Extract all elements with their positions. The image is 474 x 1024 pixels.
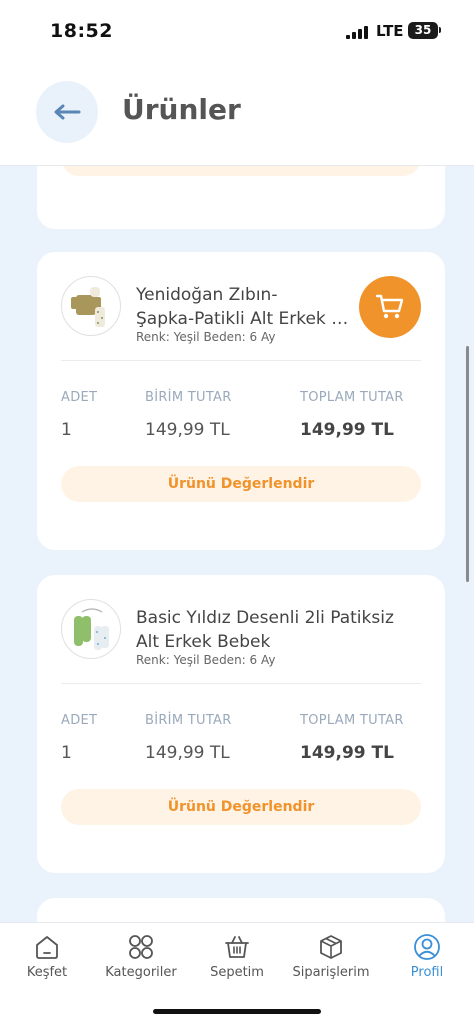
tab-profil[interactable]: Profil	[380, 923, 474, 993]
unit-price-label: BİRİM TUTAR	[145, 713, 232, 728]
product-card: Yenidoğan Zıbın- Şapka-Patikli Alt Erkek…	[37, 252, 445, 550]
product-card-partial: Ürünü Değerlendir	[37, 166, 445, 229]
product-variant: Renk: Yeşil Beden: 6 Ay	[136, 653, 276, 667]
unit-price-value: 149,99 TL	[145, 420, 230, 440]
battery-cap	[439, 27, 441, 33]
signal-icon	[346, 26, 368, 39]
tab-label: Sepetim	[210, 965, 264, 980]
product-image-graphic	[74, 608, 109, 650]
bottom-tab-bar: Keşfet Kategoriler Sepetim Siparişlerim	[0, 922, 474, 1024]
product-list[interactable]: Ürünü Değerlendir Yenidoğan Zıbın- Şapka…	[0, 166, 474, 922]
scrollbar[interactable]	[466, 346, 469, 582]
product-name-line1: Basic Yıldız Desenli 2li Patiksiz	[136, 608, 394, 628]
tab-label: Kategoriler	[105, 965, 177, 980]
review-button[interactable]: Ürünü Değerlendir	[61, 789, 421, 825]
product-image-graphic	[71, 287, 105, 327]
home-icon	[36, 936, 58, 959]
network-type: LTE	[376, 22, 404, 40]
quantity-label: ADET	[61, 390, 98, 405]
header: Ürünler	[0, 60, 474, 166]
quantity-value: 1	[61, 743, 72, 763]
product-image[interactable]	[61, 276, 121, 336]
cart-icon	[375, 294, 404, 319]
review-button[interactable]: Ürünü Değerlendir	[61, 166, 421, 176]
total-price-label: TOPLAM TUTAR	[300, 390, 404, 405]
product-name-line2: Şapka-Patikli Alt Erkek Bebek	[136, 309, 351, 329]
quantity-label: ADET	[61, 713, 98, 728]
tab-kategoriler[interactable]: Kategoriler	[94, 923, 188, 993]
total-price-value: 149,99 TL	[300, 743, 394, 763]
package-icon	[320, 935, 342, 959]
unit-price-label: BİRİM TUTAR	[145, 390, 232, 405]
product-card: Basic Yıldız Desenli 2li Patiksiz Alt Er…	[37, 575, 445, 873]
add-to-cart-button[interactable]	[359, 276, 421, 338]
divider	[61, 683, 421, 684]
product-card-partial	[37, 898, 445, 922]
user-icon	[414, 934, 440, 960]
product-name-line1: Yenidoğan Zıbın-	[136, 285, 278, 305]
product-name-line2: Alt Erkek Bebek	[136, 632, 271, 652]
total-price-label: TOPLAM TUTAR	[300, 713, 404, 728]
unit-price-value: 149,99 TL	[145, 743, 230, 763]
basket-icon	[225, 936, 249, 958]
arrow-left-icon	[54, 104, 81, 120]
back-button[interactable]	[36, 81, 98, 143]
tab-label: Keşfet	[26, 965, 68, 980]
status-time: 18:52	[50, 20, 113, 42]
divider	[61, 360, 421, 361]
grid-icon	[129, 935, 153, 959]
page-title: Ürünler	[122, 93, 241, 126]
product-image[interactable]	[61, 599, 121, 659]
quantity-value: 1	[61, 420, 72, 440]
home-indicator	[153, 1009, 321, 1014]
tab-kesfet[interactable]: Keşfet	[0, 923, 94, 993]
status-bar: 18:52 LTE 35	[0, 0, 474, 60]
review-button[interactable]: Ürünü Değerlendir	[61, 466, 421, 502]
tab-sepetim[interactable]: Sepetim	[190, 923, 284, 993]
tab-label: Profil	[410, 965, 444, 980]
tab-label: Siparişlerim	[292, 965, 370, 980]
tab-siparislerim[interactable]: Siparişlerim	[284, 923, 378, 993]
product-variant: Renk: Yeşil Beden: 6 Ay	[136, 330, 276, 344]
total-price-value: 149,99 TL	[300, 420, 394, 440]
battery-icon: 35	[408, 22, 438, 39]
